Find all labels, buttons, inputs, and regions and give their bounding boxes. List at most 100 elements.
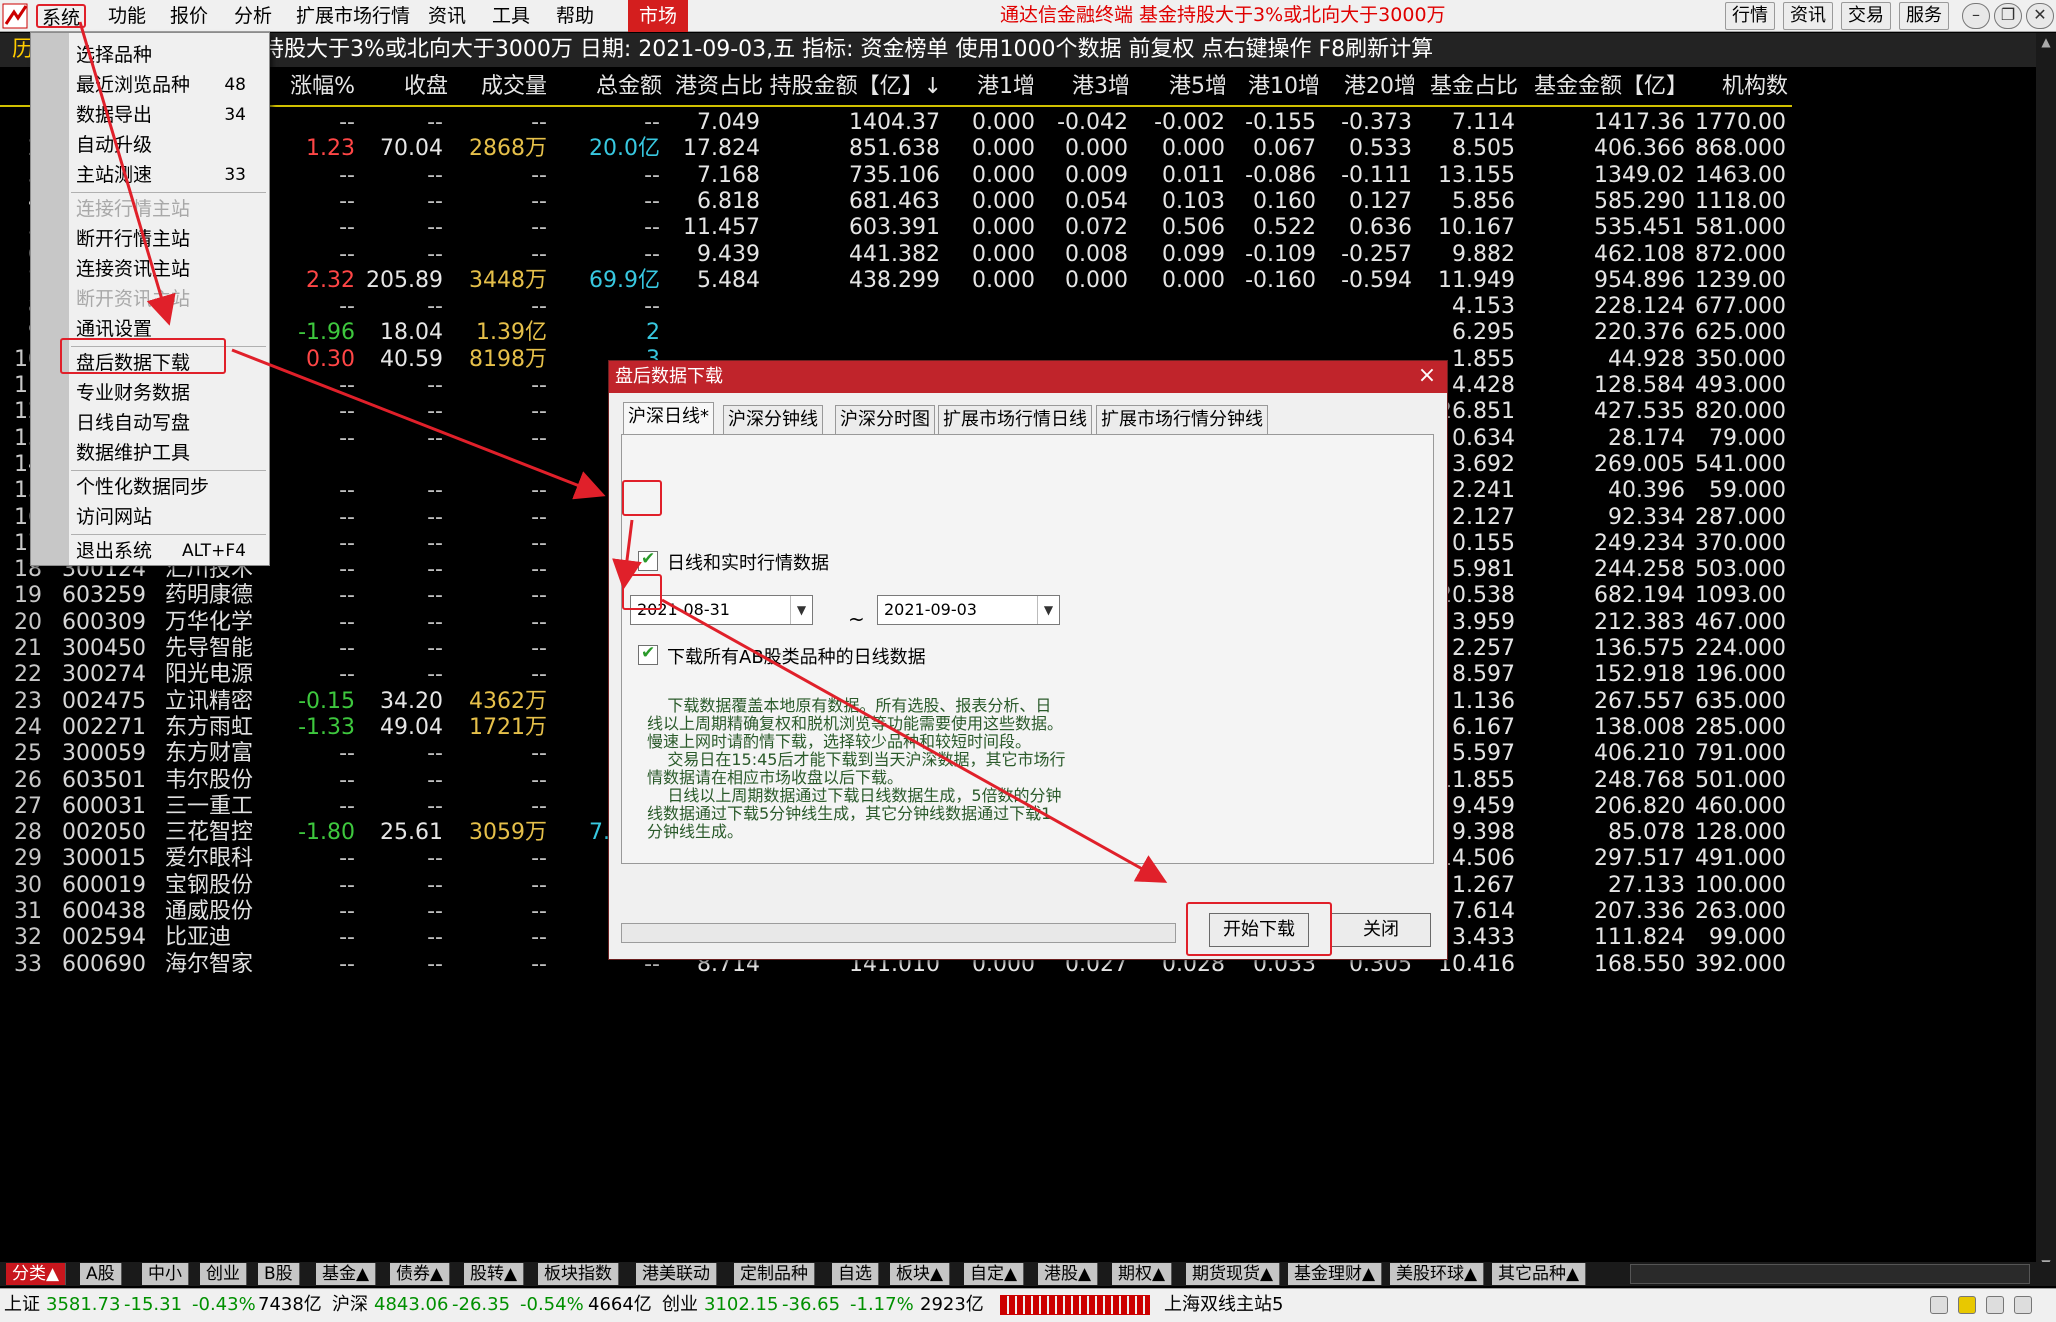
menu-item[interactable]: 数据导出 34: [76, 101, 266, 129]
cy-index-label[interactable]: 创业: [662, 1289, 698, 1321]
category-tab[interactable]: 其它品种▲: [1492, 1263, 1587, 1285]
menu-system[interactable]: 系统: [36, 4, 87, 29]
close-button[interactable]: 关闭: [1331, 913, 1431, 947]
sh-index-amount: 7438亿: [258, 1294, 322, 1315]
category-tab[interactable]: A股: [80, 1263, 122, 1285]
category-tab[interactable]: 港美联动: [636, 1263, 717, 1285]
category-tab[interactable]: 期权▲: [1112, 1263, 1173, 1285]
menu-info[interactable]: 资讯: [424, 4, 470, 28]
category-tab[interactable]: 创业: [200, 1263, 247, 1285]
menu-analysis[interactable]: 分析: [230, 4, 276, 28]
menu-separator: [71, 470, 266, 471]
close-icon[interactable]: ✕: [2026, 3, 2054, 29]
header-hk5[interactable]: 港5增: [1169, 70, 1227, 104]
tab-sh-sz-minute[interactable]: 沪深分钟线: [723, 405, 823, 435]
menu-item[interactable]: 断开资讯主站: [76, 285, 266, 313]
category-tab[interactable]: 分类▲: [6, 1263, 67, 1285]
header-amount[interactable]: 总金额: [596, 70, 662, 104]
menu-item[interactable]: 日线自动写盘: [76, 409, 266, 437]
alert-icon[interactable]: [1958, 1296, 1976, 1314]
top-button-quote[interactable]: 行情: [1725, 2, 1775, 30]
restore-icon[interactable]: ❐: [1994, 3, 2022, 29]
ab-shares-checkbox[interactable]: [638, 643, 658, 665]
window-title: 通达信金融终端 基金持股大于3%或北向大于3000万: [1000, 4, 1446, 26]
menu-item[interactable]: 主站测速 33: [76, 161, 266, 189]
menu-item[interactable]: 自动升级: [76, 131, 266, 159]
menu-help[interactable]: 帮助: [552, 4, 598, 28]
menu-item[interactable]: 选择品种: [76, 41, 266, 69]
menu-tools[interactable]: 工具: [488, 4, 534, 28]
header-volume[interactable]: 成交量: [481, 70, 547, 104]
vertical-scrollbar[interactable]: ▲ ▼: [2036, 33, 2056, 1273]
top-button-service[interactable]: 服务: [1899, 2, 1949, 30]
dialog-close-icon[interactable]: ×: [1415, 365, 1439, 389]
menu-quote[interactable]: 报价: [166, 4, 212, 28]
menu-item[interactable]: 专业财务数据: [76, 379, 266, 407]
minimize-icon[interactable]: –: [1962, 3, 1990, 29]
category-tab[interactable]: 板块▲: [890, 1263, 951, 1285]
daily-data-label: 日线和实时行情数据: [667, 553, 829, 574]
hs-index-change: -26.35: [452, 1294, 511, 1315]
window-icon[interactable]: [1930, 1296, 1948, 1314]
header-hk1[interactable]: 港1增: [977, 70, 1035, 104]
menu-item[interactable]: 退出系统 ALT+F4: [76, 537, 266, 565]
menu-item[interactable]: 个性化数据同步: [76, 473, 266, 501]
menu-item[interactable]: 连接行情主站: [76, 195, 266, 223]
sh-index-label[interactable]: 上证: [4, 1289, 40, 1321]
tab-sh-sz-timeshare[interactable]: 沪深分时图: [835, 405, 935, 435]
category-tab[interactable]: 港股▲: [1038, 1263, 1099, 1285]
header-institutions[interactable]: 机构数: [1722, 70, 1788, 104]
header-fund-amount[interactable]: 基金金额【亿】: [1534, 70, 1688, 104]
menu-item[interactable]: 最近浏览品种 48: [76, 71, 266, 99]
category-tab[interactable]: 板块指数: [538, 1263, 619, 1285]
horizontal-scrollbar[interactable]: [1630, 1264, 2030, 1284]
category-tab[interactable]: 中小: [142, 1263, 189, 1285]
category-tab[interactable]: 自定▲: [964, 1263, 1025, 1285]
scroll-up-icon[interactable]: ▲: [2039, 35, 2053, 49]
daily-data-checkbox[interactable]: [638, 549, 658, 571]
category-tab[interactable]: 基金▲: [316, 1263, 377, 1285]
menu-function[interactable]: 功能: [104, 4, 150, 28]
chevron-down-icon[interactable]: ▼: [790, 596, 812, 624]
hs-index-label[interactable]: 沪深: [332, 1289, 368, 1321]
stock-name: 海尔智家: [165, 951, 254, 977]
header-hold-amount[interactable]: 持股金额【亿】↓: [770, 70, 942, 104]
menu-market[interactable]: 市场: [628, 0, 688, 32]
tab-ext-daily[interactable]: 扩展市场行情日线: [938, 405, 1092, 435]
header-fund-ratio[interactable]: 基金占比: [1430, 70, 1518, 104]
header-hk-ratio[interactable]: 港资占比: [675, 70, 763, 104]
chevron-down-icon[interactable]: ▼: [1037, 596, 1059, 624]
category-tab[interactable]: 美股环球▲: [1390, 1263, 1485, 1285]
top-button-info[interactable]: 资讯: [1783, 2, 1833, 30]
menu-item[interactable]: 访问网站: [76, 503, 266, 531]
header-change[interactable]: 涨幅%: [290, 70, 355, 104]
category-tab[interactable]: B股: [258, 1263, 300, 1285]
header-hk20[interactable]: 港20增: [1344, 70, 1416, 104]
category-tab[interactable]: 基金理财▲: [1288, 1263, 1383, 1285]
fund-amount: 168.550: [1594, 951, 1685, 977]
menu-item-label: 断开资讯主站: [76, 288, 191, 310]
settings-icon[interactable]: [1986, 1296, 2004, 1314]
menu-item[interactable]: 数据维护工具: [76, 439, 266, 467]
category-tab[interactable]: 定制品种: [734, 1263, 815, 1285]
menu-item[interactable]: 断开行情主站: [76, 225, 266, 253]
tab-sh-sz-daily[interactable]: 沪深日线*: [623, 402, 714, 435]
category-tab[interactable]: 期货现货▲: [1186, 1263, 1281, 1285]
category-tab[interactable]: 债券▲: [390, 1263, 451, 1285]
category-tab[interactable]: 自选: [832, 1263, 879, 1285]
menu-extended-market[interactable]: 扩展市场行情: [292, 4, 414, 28]
tab-ext-minute[interactable]: 扩展市场行情分钟线: [1096, 405, 1268, 435]
date-range-separator: ~: [848, 607, 865, 631]
menu-item[interactable]: 连接资讯主站: [76, 255, 266, 283]
menu-item-label: 数据导出: [76, 104, 153, 126]
header-hk3[interactable]: 港3增: [1072, 70, 1130, 104]
header-hk10[interactable]: 港10增: [1248, 70, 1320, 104]
category-tab[interactable]: 股转▲: [464, 1263, 525, 1285]
end-date-picker[interactable]: 2021-09-03 ▼: [877, 595, 1060, 625]
top-button-trade[interactable]: 交易: [1841, 2, 1891, 30]
menu-item-label: 自动升级: [76, 134, 153, 156]
sound-icon[interactable]: [2014, 1296, 2032, 1314]
header-close[interactable]: 收盘: [404, 70, 448, 104]
server-name[interactable]: 上海双线主站5: [1164, 1289, 1283, 1321]
sh-index-value: 3581.73: [46, 1294, 121, 1315]
